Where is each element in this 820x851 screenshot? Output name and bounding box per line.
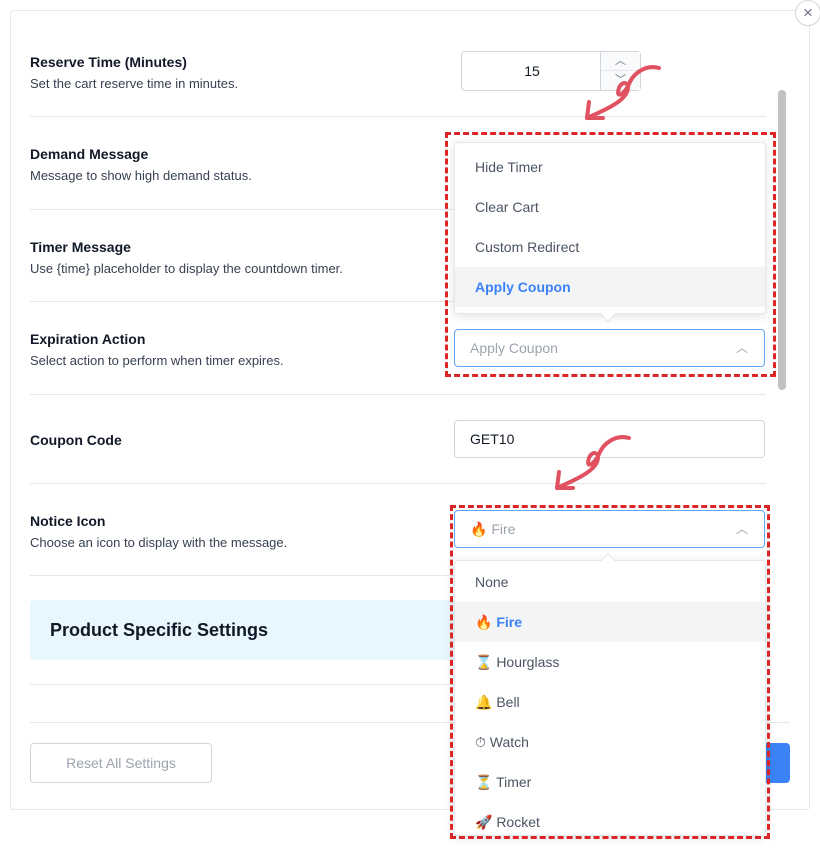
option-hourglass[interactable]: ⌛ Hourglass xyxy=(455,642,765,682)
option-timer[interactable]: ⏳ Timer xyxy=(455,762,765,802)
reserve-time-value[interactable]: 15 xyxy=(462,52,602,90)
chevron-up-icon: ︿ xyxy=(735,522,748,536)
chevron-down-icon[interactable]: ﹀ xyxy=(601,71,640,90)
option-apply-coupon[interactable]: Apply Coupon xyxy=(455,267,765,307)
option-fire[interactable]: 🔥 Fire xyxy=(455,602,765,642)
divider xyxy=(30,483,766,484)
option-bell[interactable]: 🔔 Bell xyxy=(455,682,765,722)
scrollbar-thumb[interactable] xyxy=(778,90,786,390)
reserve-time-row: Reserve Time (Minutes) Set the cart rese… xyxy=(30,54,766,91)
expiration-action-value: Apply Coupon xyxy=(470,340,558,356)
reserve-time-desc: Set the cart reserve time in minutes. xyxy=(30,76,239,91)
option-rocket[interactable]: 🚀 Rocket xyxy=(455,802,765,842)
option-hide-timer[interactable]: Hide Timer xyxy=(455,147,765,187)
option-watch[interactable]: ⏱ Watch xyxy=(455,722,765,762)
expiration-action-dropdown: Hide Timer Clear Cart Custom Redirect Ap… xyxy=(454,142,766,323)
close-icon[interactable]: × xyxy=(795,0,820,26)
section-title: Product Specific Settings xyxy=(50,620,269,640)
chevron-up-icon[interactable]: ︿ xyxy=(601,52,640,71)
option-clear-cart[interactable]: Clear Cart xyxy=(455,187,765,227)
notice-icon-dropdown: None 🔥 Fire ⌛ Hourglass 🔔 Bell ⏱ Watch ⏳… xyxy=(454,552,766,836)
reserve-time-stepper[interactable]: 15 ︿ ﹀ xyxy=(461,51,641,91)
divider xyxy=(30,116,766,117)
reset-all-settings-button[interactable]: Reset All Settings xyxy=(30,743,212,783)
chevron-up-icon: ︿ xyxy=(735,341,748,355)
coupon-code-input[interactable]: GET10 xyxy=(454,420,765,458)
reserve-time-title: Reserve Time (Minutes) xyxy=(30,54,187,70)
option-custom-redirect[interactable]: Custom Redirect xyxy=(455,227,765,267)
stepper-buttons: ︿ ﹀ xyxy=(600,52,640,90)
divider xyxy=(30,394,766,395)
notice-icon-value: 🔥 Fire xyxy=(470,521,516,537)
option-none[interactable]: None xyxy=(455,562,765,602)
expiration-action-select[interactable]: Apply Coupon ︿ xyxy=(454,329,765,367)
notice-icon-select[interactable]: 🔥 Fire ︿ xyxy=(454,510,765,548)
